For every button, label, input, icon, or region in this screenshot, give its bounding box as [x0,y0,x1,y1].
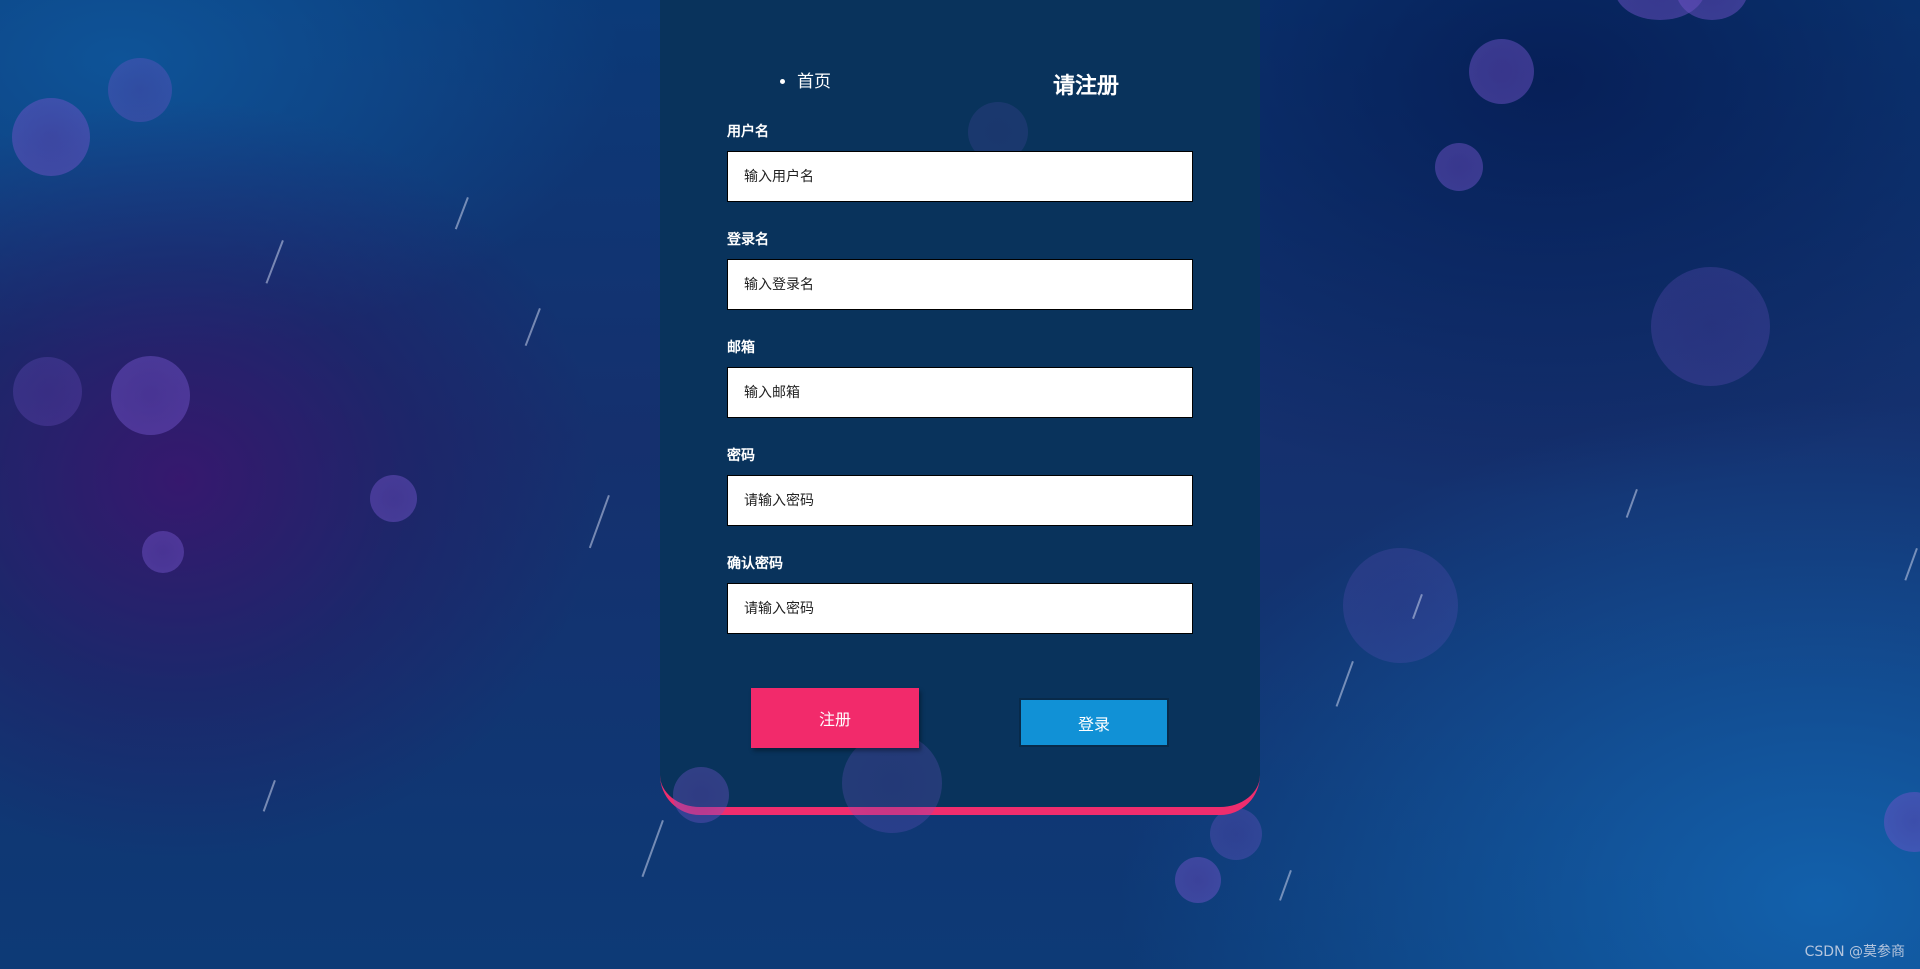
background-bubble [12,98,90,176]
register-button[interactable]: 注册 [751,688,919,748]
background-bubble [108,58,172,122]
password-input[interactable] [727,475,1193,526]
background-bubble [1469,39,1534,104]
confirm-password-input[interactable] [727,583,1193,634]
background-bubble [1435,143,1483,191]
nav-home-label[interactable]: 首页 [797,72,831,92]
loginname-input[interactable] [727,259,1193,310]
username-label: 用户名 [727,124,769,140]
nav-item-home[interactable]: 首页 [797,67,831,92]
background-bubble [370,475,417,522]
confirm-password-label: 确认密码 [727,556,783,572]
background-bubble [111,356,190,435]
background-bubble [1343,548,1458,663]
login-button[interactable]: 登录 [1019,698,1169,747]
background-bubble [1651,267,1770,386]
background-bubble [13,357,82,426]
loginname-label: 登录名 [727,232,769,248]
background-bubble [1210,808,1262,860]
username-input[interactable] [727,151,1193,202]
form-title: 请注册 [1053,74,1120,99]
email-label: 邮箱 [727,340,755,356]
background-bubble [142,531,184,573]
email-input[interactable] [727,367,1193,418]
background-bubble [1175,857,1221,903]
nav-list: 首页 [797,67,831,92]
password-label: 密码 [727,448,755,464]
watermark: CSDN @莫参商 [1804,944,1905,960]
background-bubble [673,767,729,823]
background-bubble [842,733,942,833]
